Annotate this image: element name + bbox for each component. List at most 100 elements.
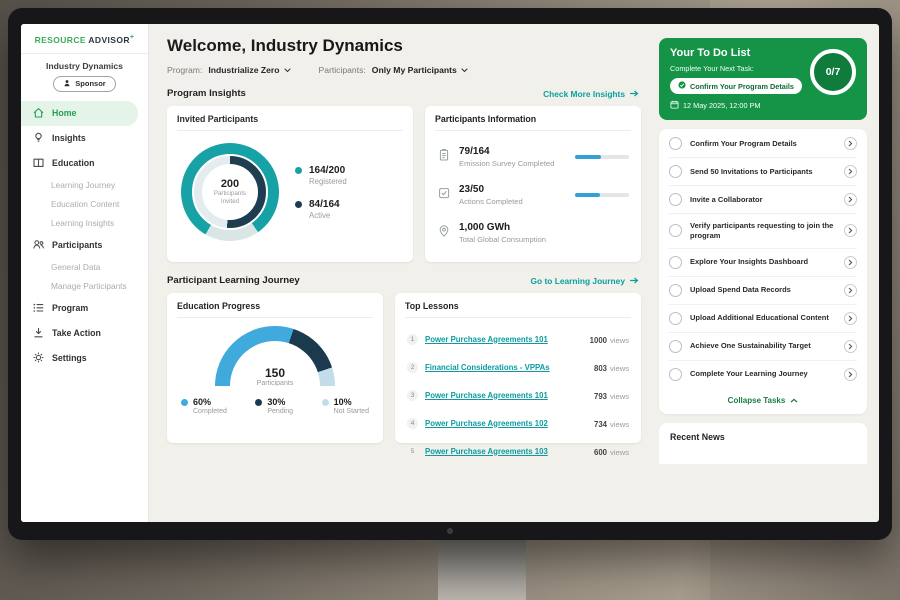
checklist-icon (437, 186, 451, 205)
task-checkbox[interactable] (669, 165, 682, 178)
logo-advisor: ADVISOR (88, 35, 130, 45)
sidebar-item-manage-participants[interactable]: Manage Participants (21, 277, 148, 296)
people-icon (32, 238, 45, 253)
task-row[interactable]: Upload Spend Data Records (669, 277, 857, 305)
task-row[interactable]: Send 50 Invitations to Participants (669, 158, 857, 186)
task-row[interactable]: Invite a Collaborator (669, 186, 857, 214)
lesson-views: 600 (594, 448, 607, 457)
program-filter-label: Program: (167, 65, 202, 75)
task-row[interactable]: Explore Your Insights Dashboard (669, 249, 857, 277)
list-icon (32, 301, 45, 316)
stat-value: 1,000 GWh (459, 222, 546, 233)
task-label: Explore Your Insights Dashboard (690, 257, 836, 267)
legend-dot (322, 399, 329, 406)
sidebar: RESOURCE ADVISOR+ Industry Dynamics Spon… (21, 24, 149, 522)
check-icon (678, 81, 686, 91)
stat-label: Emission Survey Completed (459, 159, 567, 168)
next-task-pill[interactable]: Confirm Your Program Details (670, 78, 802, 94)
lesson-rank: 4 (407, 418, 418, 429)
sidebar-item-learning-journey[interactable]: Learning Journey (21, 176, 148, 195)
sponsor-badge[interactable]: Sponsor (53, 76, 115, 92)
sidebar-item-participants[interactable]: Participants (21, 233, 148, 258)
participants-filter-label: Participants: (319, 65, 366, 75)
task-checkbox[interactable] (669, 137, 682, 150)
stat-row-actions: 23/50 Actions Completed (435, 176, 631, 214)
collapse-tasks-button[interactable]: Collapse Tasks (669, 388, 857, 413)
task-row[interactable]: Confirm Your Program Details (669, 130, 857, 158)
sidebar-item-general-data[interactable]: General Data (21, 258, 148, 277)
sidebar-item-insights[interactable]: Insights (21, 126, 148, 151)
chevron-right-icon[interactable] (844, 284, 857, 297)
chevron-down-icon (284, 65, 291, 75)
task-checkbox[interactable] (669, 193, 682, 206)
task-checkbox[interactable] (669, 312, 682, 325)
chevron-right-icon[interactable] (844, 165, 857, 178)
sidebar-item-program[interactable]: Program (21, 296, 148, 321)
link-label: Check More Insights (543, 89, 625, 99)
views-suffix: views (610, 392, 629, 401)
program-insights-header: Program Insights Check More Insights (167, 88, 639, 99)
sidebar-item-education-content[interactable]: Education Content (21, 195, 148, 214)
task-checkbox[interactable] (669, 256, 682, 269)
divider (21, 53, 148, 54)
check-more-insights-link[interactable]: Check More Insights (543, 89, 639, 99)
sidebar-item-take-action[interactable]: Take Action (21, 321, 148, 346)
task-checkbox[interactable] (669, 368, 682, 381)
page-title: Welcome, Industry Dynamics (167, 36, 641, 56)
participants-filter-dropdown[interactable]: Only My Participants (372, 65, 468, 75)
lesson-rank: 1 (407, 334, 418, 345)
task-row[interactable]: Verify participants requesting to join t… (669, 214, 857, 249)
sidebar-item-settings[interactable]: Settings (21, 346, 148, 371)
chevron-right-icon[interactable] (844, 224, 857, 237)
sidebar-item-label: Home (52, 108, 76, 118)
lesson-row: 2 Financial Considerations - VPPAs 803vi… (405, 353, 631, 381)
gauge-center-value: 150 (215, 366, 335, 380)
todo-panel: Your To Do List Complete Your Next Task:… (655, 24, 879, 522)
lesson-rank: 2 (407, 362, 418, 373)
go-to-learning-journey-link[interactable]: Go to Learning Journey (531, 276, 639, 286)
monitor-bezel: RESOURCE ADVISOR+ Industry Dynamics Spon… (8, 8, 892, 540)
lesson-views: 803 (594, 364, 607, 373)
chevron-right-icon[interactable] (844, 312, 857, 325)
gauge-center-label: Participants (215, 380, 335, 386)
clipboard-icon (437, 148, 451, 167)
card-title: Participants Information (435, 114, 631, 131)
sidebar-item-home[interactable]: Home (21, 101, 138, 126)
sidebar-item-learning-insights[interactable]: Learning Insights (21, 214, 148, 233)
sidebar-item-label: Manage Participants (51, 281, 127, 291)
chevron-right-icon[interactable] (844, 256, 857, 269)
sidebar-item-education[interactable]: Education (21, 151, 148, 176)
todo-progress-ring: 0/7 (810, 49, 856, 95)
task-checkbox[interactable] (669, 224, 682, 237)
sidebar-item-label: Participants (52, 240, 102, 250)
legend-label: Not Started (334, 408, 369, 415)
top-lessons-card: Top Lessons 1 Power Purchase Agreements … (395, 293, 641, 443)
arrow-right-icon (629, 276, 639, 286)
task-row[interactable]: Upload Additional Educational Content (669, 305, 857, 333)
lesson-link[interactable]: Power Purchase Agreements 101 (425, 335, 583, 344)
task-checkbox[interactable] (669, 284, 682, 297)
task-checkbox[interactable] (669, 340, 682, 353)
program-filter-dropdown[interactable]: Industrialize Zero (208, 65, 290, 75)
legend-value: 10% (334, 397, 369, 407)
chevron-right-icon[interactable] (844, 137, 857, 150)
lesson-row: 1 Power Purchase Agreements 101 1000view… (405, 325, 631, 353)
collapse-label: Collapse Tasks (728, 396, 786, 405)
lesson-link[interactable]: Power Purchase Agreements 101 (425, 391, 587, 400)
chevron-right-icon[interactable] (844, 193, 857, 206)
legend-dot (181, 399, 188, 406)
lesson-views: 793 (594, 392, 607, 401)
stat-label: Total Global Consumption (459, 235, 546, 244)
lesson-link[interactable]: Power Purchase Agreements 103 (425, 447, 587, 456)
participants-information-card: Participants Information 79/164 Emission… (425, 106, 641, 262)
task-row[interactable]: Complete Your Learning Journey (669, 361, 857, 388)
lesson-link[interactable]: Power Purchase Agreements 102 (425, 419, 587, 428)
task-row[interactable]: Achieve One Sustainability Target (669, 333, 857, 361)
legend-value: 164/200 (309, 165, 347, 176)
link-label: Go to Learning Journey (531, 276, 625, 286)
lesson-link[interactable]: Financial Considerations - VPPAs (425, 363, 587, 372)
chevron-right-icon[interactable] (844, 368, 857, 381)
chevron-right-icon[interactable] (844, 340, 857, 353)
due-date: 12 May 2025, 12:00 PM (670, 100, 856, 111)
task-label: Confirm Your Program Details (690, 139, 836, 149)
